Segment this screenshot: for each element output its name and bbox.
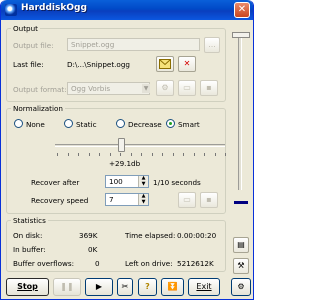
- slider-tick: [130, 153, 132, 156]
- statistics-legend: Statistics: [13, 216, 46, 225]
- slider-tick: [109, 153, 111, 156]
- mode-none-label: None: [26, 120, 45, 129]
- on-disk-value: 369K: [79, 231, 98, 240]
- slider-tick: [172, 153, 174, 156]
- slider-tick: [99, 153, 100, 156]
- last-file-value: D:\...\Snippet.ogg: [67, 60, 130, 69]
- slider-tick: [141, 153, 142, 156]
- mail-icon[interactable]: [156, 56, 174, 72]
- collapse-button[interactable]: ⏬: [161, 278, 184, 296]
- buffer-overflows-label: Buffer overflows:: [13, 259, 75, 268]
- gain-slider-thumb[interactable]: [118, 138, 125, 152]
- level-meter: [234, 201, 248, 204]
- recover-spin-buttons[interactable]: ▲ ▼: [138, 175, 148, 187]
- output-file-label: Output file:: [13, 41, 54, 50]
- recovery-speed-input[interactable]: 7 ▲ ▼: [105, 193, 149, 206]
- left-on-drive-label: Left on drive:: [125, 259, 173, 268]
- open-preset-icon[interactable]: ▭: [178, 192, 196, 208]
- slider-tick: [78, 153, 79, 156]
- recovery-speed-value: 7: [109, 195, 114, 204]
- slider-tick: [120, 153, 121, 156]
- level-meter-bar: [234, 201, 248, 204]
- output-legend: Output: [13, 24, 38, 33]
- recover-after-label: Recover after: [31, 178, 80, 187]
- left-on-drive-value: 5212612K: [177, 259, 214, 268]
- slider-tick: [88, 153, 90, 156]
- wrench-icon[interactable]: ⚒: [233, 258, 249, 274]
- mode-smart-radio[interactable]: [166, 119, 175, 128]
- in-buffer-label: In buffer:: [13, 245, 46, 254]
- exit-button[interactable]: Exit: [188, 278, 220, 296]
- mode-static-radio[interactable]: [64, 119, 73, 128]
- stop-label: Stop: [17, 282, 38, 291]
- time-elapsed-value: 0.00:00:20: [177, 231, 217, 240]
- cut-button[interactable]: ✂: [117, 278, 133, 296]
- help-icon: ?: [145, 282, 150, 291]
- output-format-label: Output format:: [13, 85, 67, 94]
- mode-smart-label: Smart: [178, 120, 200, 129]
- recover-unit-label: 1/10 seconds: [153, 178, 201, 187]
- in-buffer-value: 0K: [88, 245, 98, 254]
- slider-tick: [183, 153, 184, 156]
- delete-icon[interactable]: ✕: [178, 56, 196, 72]
- volume-slider-track[interactable]: [238, 32, 242, 190]
- pause-button[interactable]: ❚❚: [53, 278, 81, 296]
- settings-icon[interactable]: ⚙: [156, 80, 174, 96]
- play-icon: ▶: [95, 282, 103, 291]
- mode-none-radio[interactable]: [14, 119, 23, 128]
- scissors-icon: ✂: [121, 282, 129, 291]
- gain-value: +29.1db: [109, 159, 141, 168]
- folder-icon[interactable]: ▭: [178, 80, 196, 96]
- slider-tick: [204, 153, 205, 156]
- volume-slider-thumb[interactable]: [232, 32, 250, 38]
- info-icon[interactable]: ▤: [233, 237, 249, 253]
- slider-tick: [67, 153, 69, 156]
- close-button[interactable]: ✕: [234, 2, 250, 18]
- slider-tick: [151, 153, 153, 156]
- play-button[interactable]: ▶: [85, 278, 113, 296]
- save-icon[interactable]: ▪: [200, 80, 218, 96]
- gain-slider-track[interactable]: [55, 144, 225, 147]
- slider-tick: [162, 153, 163, 156]
- output-format-select[interactable]: Ogg Vorbis: [67, 82, 150, 95]
- output-file-field[interactable]: Snippet.ogg: [67, 38, 200, 51]
- plugins-icon[interactable]: ⚙: [231, 278, 251, 296]
- buffer-overflows-value: 0: [95, 259, 100, 268]
- time-elapsed-label: Time elapsed:: [125, 231, 176, 240]
- app-window: HarddiskOgg ✕ Output Output file: Snippe…: [0, 0, 254, 300]
- browse-button[interactable]: ...: [204, 37, 220, 53]
- stop-button[interactable]: Stop: [6, 278, 49, 296]
- save-preset-icon[interactable]: ▪: [200, 192, 218, 208]
- mode-decrease-radio[interactable]: [116, 119, 125, 128]
- recover-after-input[interactable]: 100 ▲ ▼: [105, 175, 149, 188]
- double-chevron-down-icon: ⏬: [167, 282, 178, 291]
- normalization-legend: Normalization: [13, 104, 63, 113]
- pause-icon: ❚❚: [60, 282, 74, 291]
- slider-tick: [193, 153, 195, 156]
- speed-spin-buttons[interactable]: ▲ ▼: [138, 193, 148, 205]
- mode-static-label: Static: [76, 120, 97, 129]
- last-file-label: Last file:: [13, 60, 44, 69]
- recover-after-value: 100: [109, 177, 123, 186]
- slider-tick: [57, 153, 58, 156]
- slider-tick: [214, 153, 216, 156]
- mode-decrease-label: Decrease: [128, 120, 162, 129]
- slider-tick: [225, 153, 226, 156]
- app-icon: [5, 4, 17, 16]
- recovery-speed-label: Recovery speed: [31, 196, 89, 205]
- on-disk-label: On disk:: [13, 231, 43, 240]
- chevron-down-icon: ▼: [142, 84, 150, 93]
- title-bar[interactable]: HarddiskOgg ✕: [1, 0, 253, 20]
- exit-label: Exit: [196, 282, 212, 291]
- window-title: HarddiskOgg: [21, 3, 87, 13]
- help-button[interactable]: ?: [138, 278, 157, 296]
